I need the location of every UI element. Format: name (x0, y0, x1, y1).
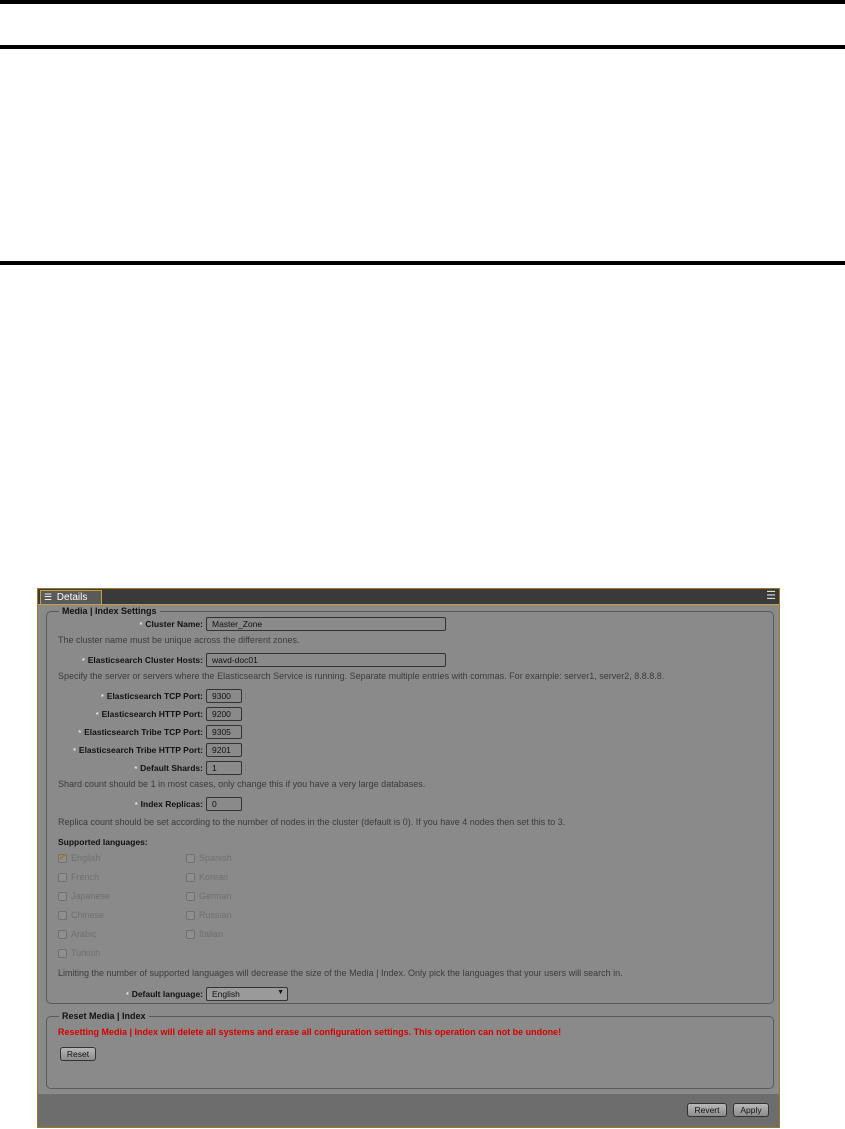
language-label-russian: Russian (199, 910, 232, 920)
checkbox-arabic[interactable] (58, 930, 67, 939)
tcp-port-input[interactable]: 9300 (206, 689, 242, 703)
reset-button[interactable]: Reset (60, 1047, 96, 1061)
language-label-japanese: Japanese (71, 891, 111, 901)
panel-tab-bar: ☰ Details ☰ (38, 589, 779, 605)
tribe-tcp-port-label: * Elasticsearch Tribe TCP Port: (78, 727, 203, 737)
checkbox-japanese[interactable] (58, 892, 67, 901)
supported-languages-heading: Supported languages: (58, 837, 148, 847)
required-marker: * (134, 766, 138, 773)
language-label-chinese: Chinese (71, 910, 105, 920)
apply-button[interactable]: Apply (733, 1103, 769, 1117)
index-replicas-input[interactable]: 0 (206, 797, 242, 811)
tribe-http-port-label: * Elasticsearch Tribe HTTP Port: (73, 745, 203, 755)
checkbox-french[interactable] (58, 873, 67, 882)
index-replicas-label: * Index Replicas: (134, 799, 203, 809)
checkbox-korean[interactable] (186, 873, 195, 882)
required-marker: * (78, 730, 82, 737)
required-marker: * (125, 992, 129, 999)
checkbox-italian[interactable] (186, 930, 195, 939)
language-label-german: German (199, 891, 232, 901)
cluster-hosts-input[interactable]: wavd-doc01 (206, 653, 446, 667)
language-label-spanish: Spanish (199, 853, 232, 863)
page-rule-top (0, 0, 845, 4)
cluster-name-help: The cluster name must be unique across t… (58, 635, 300, 645)
checkbox-spanish[interactable] (186, 854, 195, 863)
page-rule-lower (0, 261, 845, 265)
tribe-tcp-port-input[interactable]: 9305 (206, 725, 242, 739)
required-marker: * (95, 712, 99, 719)
checkbox-russian[interactable] (186, 911, 195, 920)
required-marker: * (139, 622, 143, 629)
details-panel: ☰ Details ☰ Media | Index Settings * Clus… (37, 588, 780, 1128)
details-content: Media | Index Settings * Cluster Name: Ma… (40, 606, 778, 1093)
tcp-port-label: * Elasticsearch TCP Port: (101, 691, 203, 701)
language-label-turkish: Turkish (71, 948, 101, 958)
reset-group: Reset Media | Index (46, 1011, 774, 1089)
index-settings-legend: Media | Index Settings (62, 606, 157, 616)
cluster-name-input[interactable]: Master_Zone (206, 617, 446, 631)
language-label-italian: Italian (199, 929, 224, 939)
cluster-hosts-help: Specify the server or servers where the … (58, 671, 665, 681)
page-rule-upper (0, 45, 845, 49)
checkbox-english[interactable] (58, 852, 67, 863)
cluster-name-label: * Cluster Name: (139, 619, 203, 629)
tab-details-label: Details (56, 592, 88, 603)
default-language-label: * Default language: (125, 989, 203, 999)
required-marker: * (134, 802, 138, 809)
default-language-select[interactable]: English ▼ (206, 987, 288, 1001)
language-label-french: French (71, 872, 100, 882)
revert-button[interactable]: Revert (687, 1103, 727, 1117)
tab-details[interactable]: ☰ Details (40, 590, 102, 604)
index-replicas-help: Replica count should be set according to… (58, 817, 566, 827)
languages-help: Limiting the number of supported languag… (58, 968, 623, 978)
default-shards-input[interactable]: 1 (206, 761, 242, 775)
chevron-down-icon: ▼ (277, 989, 284, 996)
language-label-korean: Korean (199, 872, 229, 882)
panel-footer: Revert Apply (38, 1094, 779, 1127)
default-language-value: English (212, 989, 240, 999)
tribe-http-port-input[interactable]: 9201 (206, 743, 242, 757)
reset-legend: Reset Media | Index (62, 1011, 146, 1021)
checkbox-chinese[interactable] (58, 911, 67, 920)
hamburger-icon[interactable]: ☰ (766, 590, 776, 602)
required-marker: * (101, 694, 104, 701)
cluster-hosts-label: * Elasticsearch Cluster Hosts: (81, 655, 203, 665)
required-marker: * (73, 748, 76, 755)
language-label-arabic: Arabic (71, 929, 97, 939)
checkbox-turkish[interactable] (58, 949, 67, 958)
required-marker: * (81, 658, 85, 665)
default-shards-help: Shard count should be 1 in most cases, o… (58, 779, 426, 789)
language-label-english: English (71, 853, 101, 863)
http-port-label: * Elasticsearch HTTP Port: (95, 709, 203, 719)
default-shards-label: * Default Shards: (134, 763, 203, 773)
http-port-input[interactable]: 9200 (206, 707, 242, 721)
checkbox-german[interactable] (186, 892, 195, 901)
list-icon: ☰ (44, 592, 53, 602)
reset-warning: Resetting Media | Index will delete all … (58, 1027, 562, 1037)
